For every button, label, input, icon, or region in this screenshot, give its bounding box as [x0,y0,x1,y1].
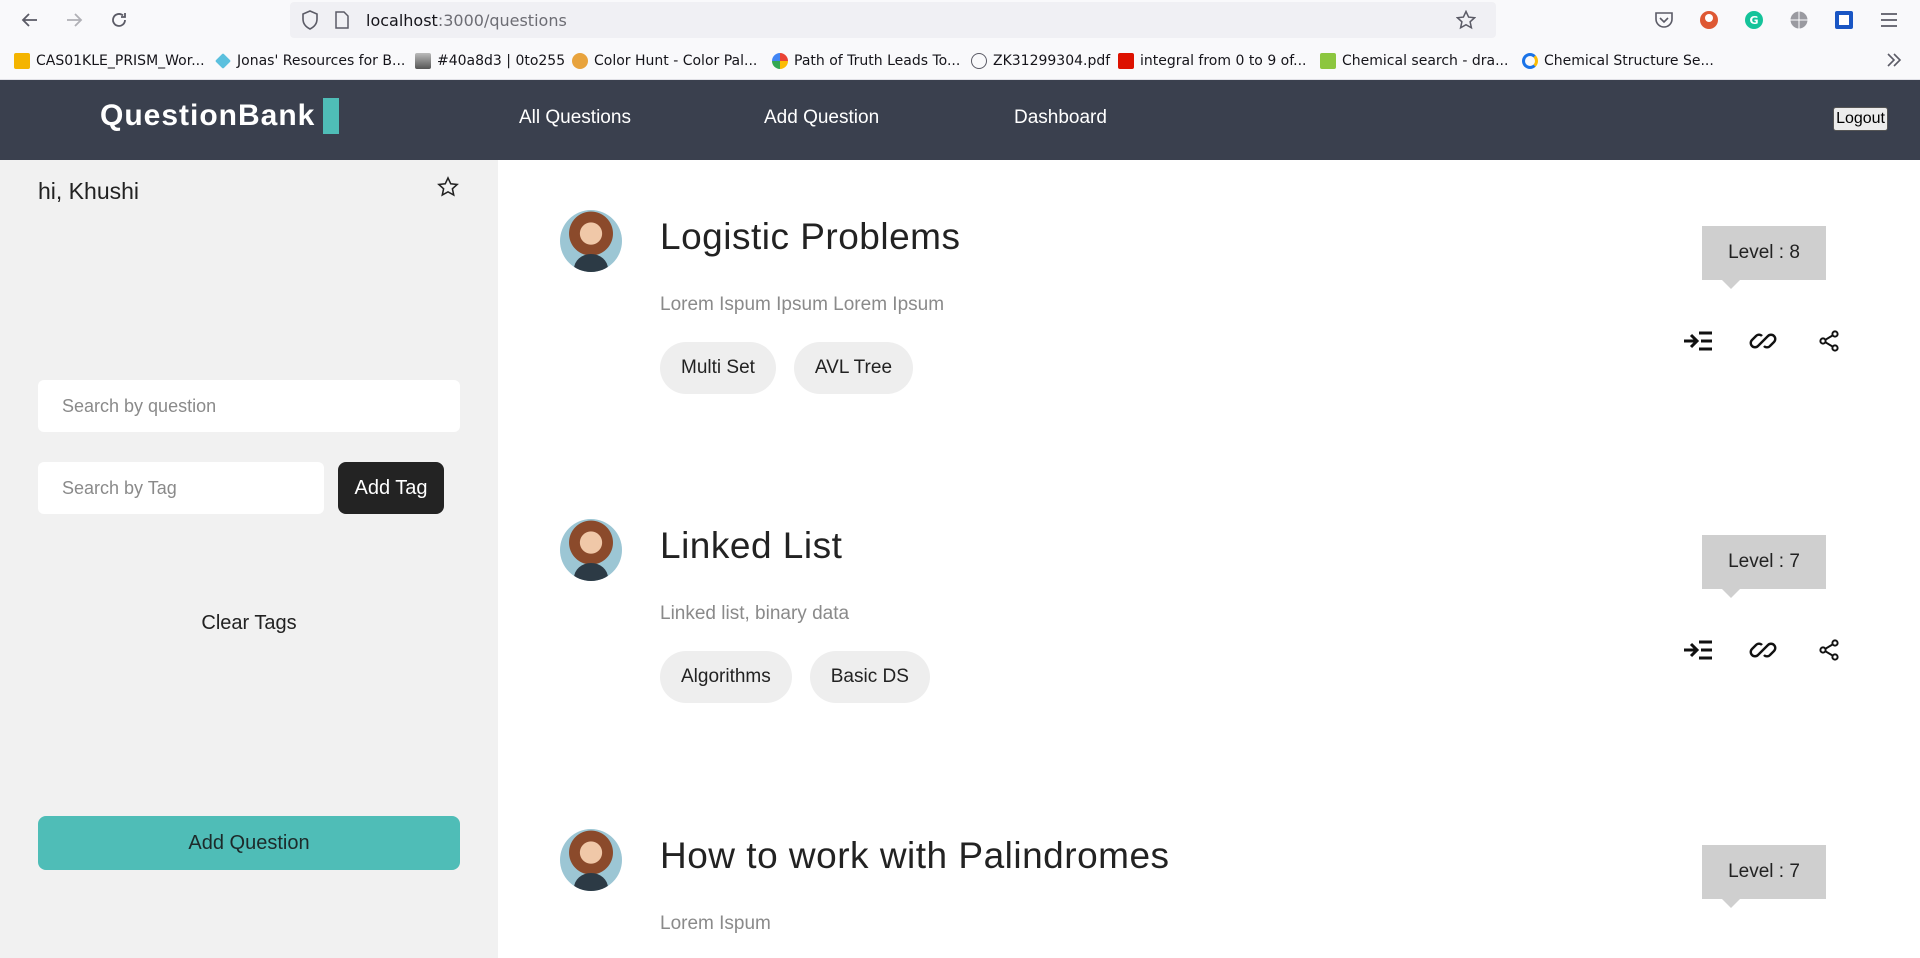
bookmark-item[interactable]: integral from 0 to 9 of... [1118,51,1307,71]
forward-icon[interactable] [60,6,88,34]
bookmark-label: CAS01KLE_PRISM_Wor... [36,53,205,69]
tag-chip[interactable]: AVL Tree [793,342,914,394]
clear-tags-button[interactable]: Clear Tags [0,612,498,635]
address-bar[interactable]: localhost:3000/questions [290,2,1496,38]
sidebar: hi, Khushi Add Tag Clear Tags Add Questi… [0,160,498,958]
nav-dashboard[interactable]: Dashboard [1014,107,1107,129]
search-tag-input[interactable] [38,462,324,514]
extension-icon[interactable] [1832,8,1856,32]
bookmark-item[interactable]: Chemical search - dra... [1320,51,1508,71]
logo-text: QuestionBank [100,99,316,132]
avatar [560,519,622,581]
bookmark-star-icon[interactable] [1454,8,1478,32]
bookmark-item[interactable]: Color Hunt - Color Pal... [572,51,757,71]
globe-favicon [971,53,987,69]
avatar [560,829,622,891]
google-favicon [772,53,788,69]
duckduckgo-icon[interactable] [1697,8,1721,32]
logo-mark [323,98,340,134]
question-description: Linked list, binary data [660,603,850,624]
bookmark-label: Jonas' Resources for B... [237,53,406,69]
star-icon[interactable] [437,176,463,202]
bookmark-favicon [572,53,588,69]
app-logo[interactable]: QuestionBank [100,98,340,134]
add-question-button[interactable]: Add Question [38,816,460,870]
indent-icon[interactable] [1681,633,1715,667]
bookmark-item[interactable]: ZK31299304.pdf [971,51,1110,71]
url-path: :3000/questions [437,11,567,30]
bookmark-favicon [215,53,231,69]
question-title[interactable]: Logistic Problems [660,216,961,258]
logout-button[interactable]: Logout [1833,107,1888,131]
bookmark-label: Path of Truth Leads To... [794,53,961,69]
greeting: hi, Khushi [38,178,140,204]
url-text[interactable]: localhost:3000/questions [366,11,567,30]
menu-icon[interactable] [1877,8,1901,32]
chevron-double-right-icon[interactable] [1882,48,1906,72]
question-description: Lorem Ispum [660,913,771,934]
bookmark-item[interactable]: Jonas' Resources for B... [215,51,405,71]
add-tag-button[interactable]: Add Tag [338,462,444,514]
back-icon[interactable] [16,6,44,34]
symbolab-favicon [1118,53,1134,69]
share-icon[interactable] [1812,324,1846,358]
svg-text:G: G [1749,14,1758,27]
question-title[interactable]: Linked List [660,525,842,567]
pocket-icon[interactable] [1652,8,1676,32]
bookmark-label: integral from 0 to 9 of... [1140,53,1307,69]
level-badge: Level : 7 [1702,845,1826,908]
bookmark-favicon [1320,53,1336,69]
tag-list: Multi Set AVL Tree [660,342,914,394]
reload-icon[interactable] [105,6,133,34]
question-card: Linked List Linked list, binary data Alg… [498,469,1920,777]
tag-list: Algorithms Basic DS [660,651,930,703]
nav-add-question[interactable]: Add Question [764,107,879,129]
tag-chip[interactable]: Multi Set [660,342,776,394]
tag-chip[interactable]: Basic DS [809,651,930,703]
bookmark-item[interactable]: #40a8d3 | 0to255 [415,51,565,71]
bookmark-label: Chemical search - dra... [1342,53,1509,69]
indent-icon[interactable] [1681,324,1715,358]
level-badge: Level : 8 [1702,226,1826,289]
bookmark-item[interactable]: Path of Truth Leads To... [772,51,960,71]
search-question-input[interactable] [38,380,460,432]
bookmark-favicon [14,53,30,69]
grammarly-icon[interactable]: G [1742,8,1766,32]
question-card: How to work with Palindromes Lorem Ispum… [498,779,1920,958]
link-icon[interactable] [1746,324,1780,358]
question-card: Logistic Problems Lorem Ispum Ipsum Lore… [498,160,1920,468]
bookmark-label: ZK31299304.pdf [993,53,1111,69]
bookmark-item[interactable]: Chemical Structure Se... [1522,51,1714,71]
question-description: Lorem Ispum Ipsum Lorem Ipsum [660,294,945,315]
bookmark-favicon [415,53,431,69]
bookmark-label: Chemical Structure Se... [1544,53,1714,69]
page-icon[interactable] [330,8,354,32]
share-icon[interactable] [1812,633,1846,667]
bookmark-label: #40a8d3 | 0to255 [437,53,566,69]
level-badge: Level : 7 [1702,535,1826,598]
bookmark-label: Color Hunt - Color Pal... [594,53,758,69]
tag-chip[interactable]: Algorithms [660,651,792,703]
link-icon[interactable] [1746,633,1780,667]
avatar [560,210,622,272]
nav-all-questions[interactable]: All Questions [519,107,631,129]
bookmark-favicon [1522,53,1538,69]
bookmarks-bar: CAS01KLE_PRISM_Wor... Jonas' Resources f… [0,40,1920,80]
globe-icon[interactable] [1787,8,1811,32]
shield-icon[interactable] [298,8,322,32]
bookmark-item[interactable]: CAS01KLE_PRISM_Wor... [14,51,205,71]
question-title[interactable]: How to work with Palindromes [660,835,1170,877]
url-host: localhost [366,11,438,30]
browser-toolbar: localhost:3000/questions G [0,0,1920,40]
app-header: QuestionBank All Questions Add Question … [0,80,1920,160]
